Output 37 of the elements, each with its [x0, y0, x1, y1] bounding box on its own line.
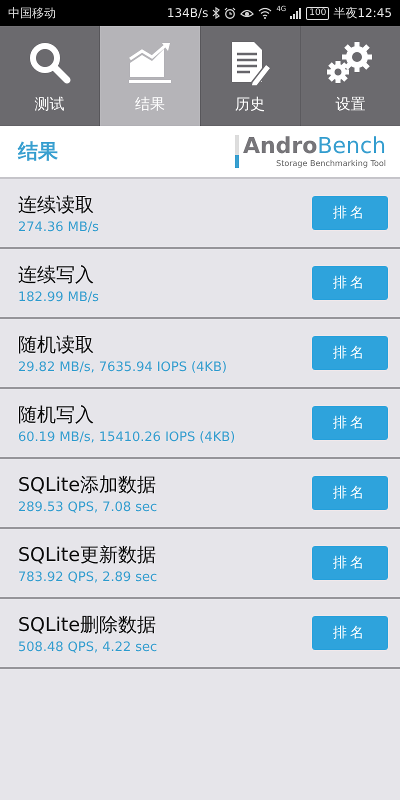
- signal-icon: [290, 8, 302, 18]
- nav-tab[interactable]: 历史: [200, 26, 301, 126]
- result-value: 289.53 QPS, 7.08 sec: [18, 500, 158, 514]
- result-value: 182.99 MB/s: [18, 290, 100, 304]
- page-title: 结果: [18, 138, 59, 165]
- result-name: 随机写入: [18, 402, 95, 428]
- rank-button[interactable]: 排名: [312, 546, 388, 580]
- rank-button[interactable]: 排名: [312, 476, 388, 510]
- result-value: 29.82 MB/s, 7635.94 IOPS (4KB): [18, 360, 228, 374]
- logo-bar-icon: [234, 135, 239, 168]
- rank-button[interactable]: 排名: [312, 406, 388, 440]
- network-speed: 134B/s: [166, 6, 208, 20]
- rank-button[interactable]: 排名: [312, 616, 388, 650]
- result-value: 274.36 MB/s: [18, 220, 100, 234]
- result-name: SQLite更新数据: [18, 542, 158, 568]
- eye-icon: [240, 7, 254, 19]
- result-value: 783.92 QPS, 2.89 sec: [18, 570, 158, 584]
- logo-subtitle: Storage Benchmarking Tool: [276, 159, 386, 168]
- rank-button[interactable]: 排名: [312, 266, 388, 300]
- clock-time: 半夜12:45: [333, 4, 392, 22]
- carrier-name: 中国移动: [8, 4, 56, 22]
- nav-tab[interactable]: 结果: [100, 26, 200, 126]
- chart-icon: [128, 40, 172, 84]
- result-name: SQLite删除数据: [18, 612, 158, 638]
- bluetooth-icon: [212, 7, 220, 19]
- result-name: 连续读取: [18, 192, 95, 218]
- rank-button[interactable]: 排名: [312, 196, 388, 230]
- alarm-icon: [224, 7, 236, 19]
- app-logo: AndroBench: [242, 135, 386, 159]
- result-value: 508.48 QPS, 4.22 sec: [18, 640, 158, 654]
- result-name: 连续写入: [18, 262, 95, 288]
- result-value: 60.19 MB/s, 15410.26 IOPS (4KB): [18, 430, 236, 444]
- result-name: SQLite添加数据: [18, 472, 158, 498]
- wifi-icon: [258, 7, 272, 19]
- battery-level: 100: [306, 6, 330, 20]
- result-name: 随机读取: [18, 332, 95, 358]
- rank-button[interactable]: 排名: [312, 336, 388, 370]
